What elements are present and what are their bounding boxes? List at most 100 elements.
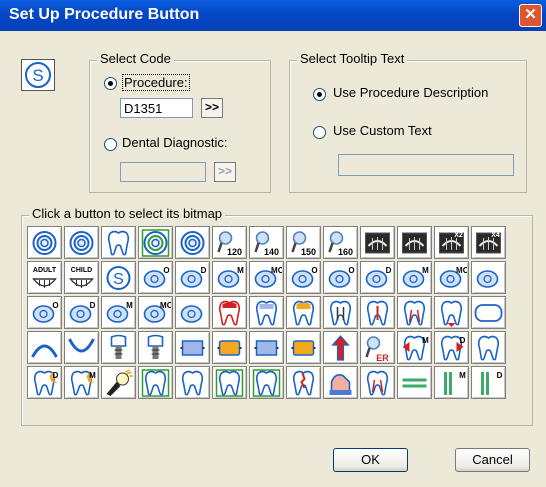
dental-diagnostic-radio[interactable] (104, 138, 117, 151)
cancel-button[interactable]: Cancel (455, 448, 530, 472)
bitmap-button[interactable]: O (323, 261, 358, 294)
bitmap-button[interactable] (175, 366, 210, 399)
bitmap-button[interactable] (286, 331, 321, 364)
bitmap-button[interactable] (27, 226, 62, 259)
bitmap-label: MO (456, 266, 467, 275)
bitmap-button[interactable]: D (434, 331, 469, 364)
bitmap-button[interactable] (286, 296, 321, 329)
bitmap-button[interactable] (175, 296, 210, 329)
tooth-arrow-icon (440, 300, 463, 327)
crown-icon: D (180, 266, 207, 288)
use-procedure-description-label: Use Procedure Description (333, 85, 489, 100)
bitmap-button[interactable]: X4 (471, 226, 506, 259)
crown-icon: M (217, 266, 244, 288)
bitmap-button[interactable]: D (64, 296, 99, 329)
bitmap-button[interactable] (64, 226, 99, 259)
procedure-code-field[interactable]: D1351 (120, 98, 193, 118)
bitmap-label: O (311, 266, 317, 275)
bitmap-label: D (460, 336, 466, 345)
bitmap-button[interactable] (360, 366, 395, 399)
bitmap-label: O (348, 266, 354, 275)
bitmap-button[interactable]: D (27, 366, 62, 399)
crown-icon: MO (439, 266, 467, 288)
bitmap-button[interactable] (249, 296, 284, 329)
bitmap-button[interactable] (397, 366, 432, 399)
bitmap-button[interactable]: M (64, 366, 99, 399)
bitmap-button[interactable] (212, 296, 247, 329)
custom-text-field[interactable] (338, 154, 514, 176)
bitmap-button[interactable] (360, 226, 395, 259)
bitmap-button[interactable]: MO (434, 261, 469, 294)
bitmap-button[interactable] (138, 331, 173, 364)
bitmap-button[interactable] (101, 331, 136, 364)
arch-upper-icon (31, 344, 58, 358)
bitmap-button[interactable]: M (397, 331, 432, 364)
bitmap-button[interactable] (27, 331, 62, 364)
bitmap-button[interactable] (286, 366, 321, 399)
bitmap-label: ER (376, 353, 389, 363)
bitmap-button[interactable]: CHILD (64, 261, 99, 294)
bitmap-button[interactable] (471, 331, 506, 364)
s-circle-icon: S (25, 62, 51, 88)
bitmap-button[interactable]: S (101, 261, 136, 294)
svg-text:S: S (113, 271, 124, 288)
tooth-root-icon (403, 300, 426, 325)
bitmap-button[interactable]: M (434, 366, 469, 399)
procedure-radio[interactable] (104, 77, 117, 90)
bitmap-button[interactable] (323, 331, 358, 364)
dental-diagnostic-browse-button[interactable]: >> (214, 162, 236, 182)
bitmap-button[interactable]: O (138, 261, 173, 294)
bitmap-button[interactable] (175, 226, 210, 259)
bitmap-button[interactable] (101, 366, 136, 399)
tooth-implant-icon (110, 334, 127, 359)
bitmap-button[interactable]: O (27, 296, 62, 329)
bitmap-button[interactable] (64, 331, 99, 364)
bitmap-button[interactable] (397, 226, 432, 259)
bitmap-button[interactable]: M (397, 261, 432, 294)
bitmap-label: M (459, 371, 466, 380)
bitmap-button[interactable]: 150 (286, 226, 321, 259)
bitmap-button[interactable]: 140 (249, 226, 284, 259)
bitmap-button[interactable] (249, 366, 284, 399)
bitmap-button[interactable]: 160 (323, 226, 358, 259)
bitmap-button[interactable] (249, 331, 284, 364)
bitmap-button[interactable] (323, 366, 358, 399)
bitmap-button[interactable]: ADULT (27, 261, 62, 294)
bitmap-button[interactable] (397, 296, 432, 329)
bitmap-button[interactable] (471, 296, 506, 329)
bitmap-button[interactable]: D (175, 261, 210, 294)
bitmap-label: O (163, 266, 169, 275)
bitmap-label: D (386, 266, 392, 275)
bitmap-button[interactable]: ER (360, 331, 395, 364)
bitmap-button[interactable] (175, 331, 210, 364)
dental-diagnostic-field[interactable] (120, 162, 206, 182)
ok-button[interactable]: OK (333, 448, 408, 472)
magnifier-icon: 150 (291, 230, 316, 257)
bitmap-button[interactable]: MO (138, 296, 173, 329)
magnifier-icon: 120 (217, 230, 242, 257)
bitmap-button[interactable] (212, 366, 247, 399)
tooth-mesial-icon: M (402, 335, 429, 360)
bitmap-button[interactable]: D (360, 261, 395, 294)
bitmap-button[interactable]: D (471, 366, 506, 399)
bitmap-button[interactable] (138, 366, 173, 399)
bitmap-button[interactable]: M (212, 261, 247, 294)
bitmap-button[interactable]: M (101, 296, 136, 329)
procedure-browse-button[interactable]: >> (201, 98, 223, 118)
bitmap-button[interactable] (471, 261, 506, 294)
use-procedure-description-radio[interactable] (313, 88, 326, 101)
bitmap-button[interactable]: X2 (434, 226, 469, 259)
bitmap-button[interactable]: O (286, 261, 321, 294)
bitmap-button[interactable] (212, 331, 247, 364)
bitmap-button[interactable] (360, 296, 395, 329)
bitmap-button[interactable]: 120 (212, 226, 247, 259)
bitmap-button[interactable] (138, 226, 173, 259)
close-button[interactable]: ✕ (519, 4, 542, 27)
bitmap-label: D (53, 371, 59, 380)
bitmap-button[interactable] (323, 296, 358, 329)
procedure-label: Procedure: (122, 74, 190, 91)
bitmap-button[interactable] (101, 226, 136, 259)
bitmap-button[interactable] (434, 296, 469, 329)
bitmap-button[interactable]: MO (249, 261, 284, 294)
use-custom-text-radio[interactable] (313, 126, 326, 139)
